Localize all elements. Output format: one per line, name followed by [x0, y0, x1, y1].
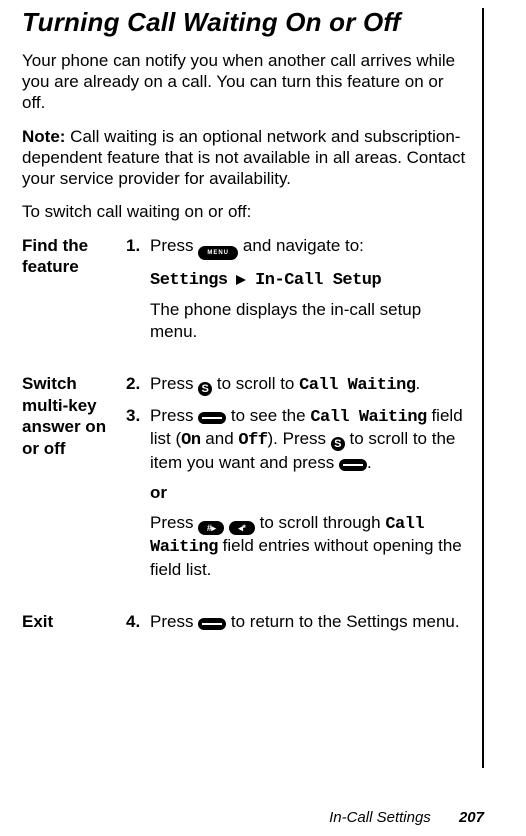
step-1-result: The phone displays the in-call setup men… — [150, 299, 466, 343]
step-1-body: Press MENU and navigate to: Settings In-… — [150, 235, 466, 351]
or-separator: or — [150, 482, 466, 504]
menu-path-incall: In-Call Setup — [255, 271, 381, 290]
menu-path-arrow-icon — [236, 275, 246, 285]
s3-off: Off — [238, 431, 267, 450]
right-soft-key-icon — [198, 412, 226, 424]
step-1-press: Press — [150, 236, 198, 255]
page: Turning Call Waiting On or Off Your phon… — [0, 0, 526, 836]
side-label-exit: Exit — [22, 611, 116, 641]
s3-call-waiting: Call Waiting — [310, 408, 426, 427]
step-4-block: 4. Press to return to the Settings menu. — [126, 611, 466, 641]
step-1-number: 1. — [126, 235, 150, 257]
s2-call-waiting: Call Waiting — [299, 376, 415, 395]
step-2-body: Press S to scroll to Call Waiting. — [150, 373, 466, 405]
intro-paragraph: Your phone can notify you when another c… — [22, 50, 466, 114]
right-soft-key-icon-2 — [339, 459, 367, 471]
s3-g: . — [367, 453, 372, 472]
s3-on: On — [181, 431, 200, 450]
step-2-line: 2. Press S to scroll to Call Waiting. — [126, 373, 466, 405]
step-1-navigate: and navigate to: — [238, 236, 364, 255]
pound-key-icon: #▸ — [198, 521, 224, 535]
step-2-3-block: 2. Press S to scroll to Call Waiting. 3.… — [126, 373, 466, 589]
step-4-number: 4. — [126, 611, 150, 633]
footer-section-name: In-Call Settings — [329, 809, 431, 826]
content-column: Turning Call Waiting On or Off Your phon… — [22, 8, 484, 768]
scroll-key-icon: S — [198, 382, 212, 396]
step-3-line: 3. Press to see the Call Waiting field l… — [126, 405, 466, 589]
step-3-body: Press to see the Call Waiting field list… — [150, 405, 466, 589]
side-label-find-feature: Find the feature — [22, 235, 116, 351]
s3-b: to see the — [226, 406, 310, 425]
lead-in: To switch call waiting on or off: — [22, 201, 466, 222]
page-footer: In-Call Settings 207 — [329, 809, 484, 826]
s3-e: ). Press — [268, 429, 331, 448]
scroll-key-icon-2: S — [331, 437, 345, 451]
step-4-body: Press to return to the Settings menu. — [150, 611, 466, 641]
step-1-line: 1. Press MENU and navigate to: Settings … — [126, 235, 466, 351]
step-2-number: 2. — [126, 373, 150, 395]
step-4-line: 4. Press to return to the Settings menu. — [126, 611, 466, 641]
note-lead: Note: — [22, 127, 65, 146]
alt-a: Press — [150, 513, 198, 532]
note-body: Call waiting is an optional network and … — [22, 127, 465, 189]
steps-grid: Find the feature 1. Press MENU and navig… — [22, 235, 466, 641]
alt-b: to scroll through — [255, 513, 385, 532]
menu-key-icon: MENU — [198, 246, 238, 260]
step-3-number: 3. — [126, 405, 150, 427]
s3-a: Press — [150, 406, 198, 425]
step-1-block: 1. Press MENU and navigate to: Settings … — [126, 235, 466, 351]
left-soft-key-icon — [198, 618, 226, 630]
s3-and: and — [201, 429, 239, 448]
menu-path-settings: Settings — [150, 271, 228, 290]
side-label-switch: Switch multi-key answer on or off — [22, 373, 116, 589]
s4-b: to return to the Settings menu. — [226, 612, 459, 631]
s2-b: to scroll to — [212, 374, 299, 393]
heading-title: Turning Call Waiting On or Off — [22, 8, 466, 38]
s2-d: . — [416, 374, 421, 393]
footer-page-number: 207 — [459, 809, 484, 826]
star-key-icon: ◂* — [229, 521, 255, 535]
note-paragraph: Note: Call waiting is an optional networ… — [22, 126, 466, 190]
s2-a: Press — [150, 374, 198, 393]
s4-a: Press — [150, 612, 198, 631]
